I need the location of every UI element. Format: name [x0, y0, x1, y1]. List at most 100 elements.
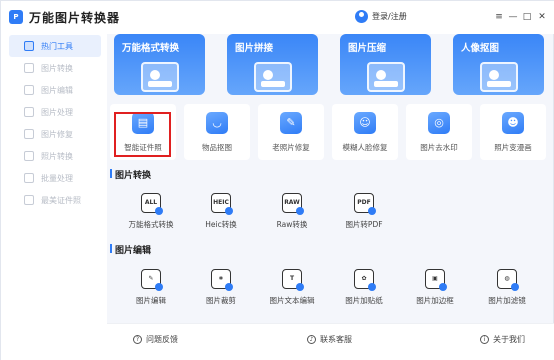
- sidebar-item-repair[interactable]: 图片修复: [9, 123, 101, 145]
- heic-icon: HEIC: [211, 193, 233, 215]
- raw-icon: RAW: [282, 193, 304, 215]
- banner-portrait-cutout[interactable]: 人像抠图: [453, 34, 544, 95]
- feature-heic-convert[interactable]: HEIC Heic转换: [186, 193, 256, 235]
- text-edit-icon: T: [282, 269, 304, 291]
- format-icon: ALL: [141, 193, 163, 215]
- avatar-icon: [355, 10, 368, 23]
- minimize-button[interactable]: —: [507, 11, 519, 23]
- maximize-button[interactable]: □: [521, 11, 533, 23]
- title-bar: P 万能图片转换器 登录/注册 ≡ — □ ✕: [1, 1, 554, 34]
- id-photo-icon: [24, 195, 34, 205]
- filter-icon: ◍: [497, 269, 519, 291]
- sidebar-item-edit[interactable]: 图片编辑: [9, 79, 101, 101]
- sidebar-item-convert[interactable]: 图片转换: [9, 57, 101, 79]
- banner-label: 万能格式转换: [122, 43, 180, 54]
- feature-filter[interactable]: ◍ 图片加滤镜: [472, 269, 542, 311]
- sidebar-item-photo-convert[interactable]: 照片转换: [9, 145, 101, 167]
- feedback-icon: ?: [133, 335, 142, 344]
- sidebar: 热门工具 图片转换 图片编辑 图片处理 图片修复 照片转换 批量处理 最美证件照: [1, 34, 107, 360]
- sidebar-item-label: 最美证件照: [41, 195, 81, 205]
- menu-icon[interactable]: ≡: [493, 11, 505, 23]
- headset-icon: ♪: [307, 335, 316, 344]
- app-logo-icon: P: [9, 10, 23, 24]
- tool-card-old-photo-repair[interactable]: ✎ 老照片修复: [258, 104, 324, 160]
- sticker-icon: ✿: [354, 269, 376, 291]
- batch-icon: [24, 173, 34, 183]
- login-label: 登录/注册: [372, 12, 407, 21]
- crop-icon: ⌗: [211, 269, 233, 291]
- feature-label: Heic转换: [205, 220, 237, 229]
- banner-label: 图片拼接: [235, 43, 274, 54]
- banner-label: 人像抠图: [461, 43, 500, 54]
- feature-label: Raw转换: [276, 220, 308, 229]
- login-button[interactable]: 登录/注册: [355, 10, 407, 23]
- feature-label: 图片加滤镜: [488, 296, 526, 305]
- convert-icon: [24, 63, 34, 73]
- tool-label: 物品抠图: [202, 143, 232, 152]
- feature-raw-convert[interactable]: RAW Raw转换: [257, 193, 327, 235]
- banner-image-stitch[interactable]: 图片拼接: [227, 34, 318, 95]
- footer-bar: ? 问题反馈 ♪ 联系客服 i 关于我们: [107, 323, 554, 360]
- edit-icon: [24, 85, 34, 95]
- feature-image-to-pdf[interactable]: PDF 图片转PDF: [329, 193, 399, 235]
- sidebar-item-label: 热门工具: [41, 41, 73, 51]
- feature-label: 图片加边框: [416, 296, 454, 305]
- repair-icon: [24, 129, 34, 139]
- contact-label: 联系客服: [320, 335, 352, 344]
- feature-label: 万能格式转换: [128, 220, 174, 229]
- banner-image-compress[interactable]: 图片压缩: [340, 34, 431, 95]
- about-button[interactable]: i 关于我们: [480, 334, 525, 345]
- feature-label: 图片转PDF: [345, 220, 383, 229]
- info-icon: i: [480, 335, 489, 344]
- sidebar-item-label: 图片转换: [41, 63, 73, 73]
- app-window: P 万能图片转换器 登录/注册 ≡ — □ ✕ 热门工具 图片转换 图片编辑 图…: [0, 0, 554, 360]
- feature-label: 图片加贴纸: [345, 296, 383, 305]
- cartoon-icon: ☻: [502, 112, 524, 134]
- border-icon: ▣: [425, 269, 447, 291]
- image-edit-icon: ✎: [141, 269, 163, 291]
- sidebar-item-label: 图片处理: [41, 107, 73, 117]
- tool-label: 照片变漫画: [494, 143, 532, 152]
- portrait-icon: [479, 62, 518, 92]
- image-icon: [366, 62, 405, 92]
- sidebar-item-label: 批量处理: [41, 173, 73, 183]
- sidebar-item-batch[interactable]: 批量处理: [9, 167, 101, 189]
- sidebar-item-hot-tools[interactable]: 热门工具: [9, 35, 101, 57]
- tool-card-cartoon[interactable]: ☻ 照片变漫画: [480, 104, 546, 160]
- photo-convert-icon: [24, 151, 34, 161]
- selection-highlight: [114, 112, 171, 157]
- feature-text-edit[interactable]: T 图片文本编辑: [257, 269, 327, 311]
- close-button[interactable]: ✕: [536, 11, 548, 23]
- tool-label: 模糊人脸修复: [342, 143, 388, 152]
- watermark-icon: ◎: [428, 112, 450, 134]
- feature-format-convert[interactable]: ALL 万能格式转换: [116, 193, 186, 235]
- pdf-icon: PDF: [354, 193, 376, 215]
- feature-label: 图片编辑: [136, 296, 166, 305]
- contact-button[interactable]: ♪ 联系客服: [307, 334, 352, 345]
- feature-image-edit[interactable]: ✎ 图片编辑: [116, 269, 186, 311]
- section-title-convert: 图片转换: [109, 168, 151, 181]
- feature-label: 图片文本编辑: [269, 296, 315, 305]
- feature-image-crop[interactable]: ⌗ 图片裁剪: [186, 269, 256, 311]
- image-icon: [253, 62, 292, 92]
- tool-card-remove-watermark[interactable]: ◎ 图片去水印: [406, 104, 472, 160]
- feature-border[interactable]: ▣ 图片加边框: [400, 269, 470, 311]
- hot-tools-icon: [24, 41, 34, 51]
- feature-sticker[interactable]: ✿ 图片加贴纸: [329, 269, 399, 311]
- feedback-button[interactable]: ? 问题反馈: [133, 334, 178, 345]
- tool-card-face-repair[interactable]: ☺ 模糊人脸修复: [332, 104, 398, 160]
- sidebar-item-process[interactable]: 图片处理: [9, 101, 101, 123]
- tool-card-object-cutout[interactable]: ◡ 物品抠图: [184, 104, 250, 160]
- banner-format-convert[interactable]: 万能格式转换: [114, 34, 205, 95]
- sidebar-item-label: 图片编辑: [41, 85, 73, 95]
- about-label: 关于我们: [493, 335, 525, 344]
- process-icon: [24, 107, 34, 117]
- sidebar-item-label: 图片修复: [41, 129, 73, 139]
- repair-icon: ✎: [280, 112, 302, 134]
- feedback-label: 问题反馈: [146, 335, 178, 344]
- sidebar-item-id-photo[interactable]: 最美证件照: [9, 189, 101, 211]
- app-title: 万能图片转换器: [29, 11, 121, 25]
- face-icon: ☺: [354, 112, 376, 134]
- tool-label: 老照片修复: [272, 143, 310, 152]
- bag-icon: ◡: [206, 112, 228, 134]
